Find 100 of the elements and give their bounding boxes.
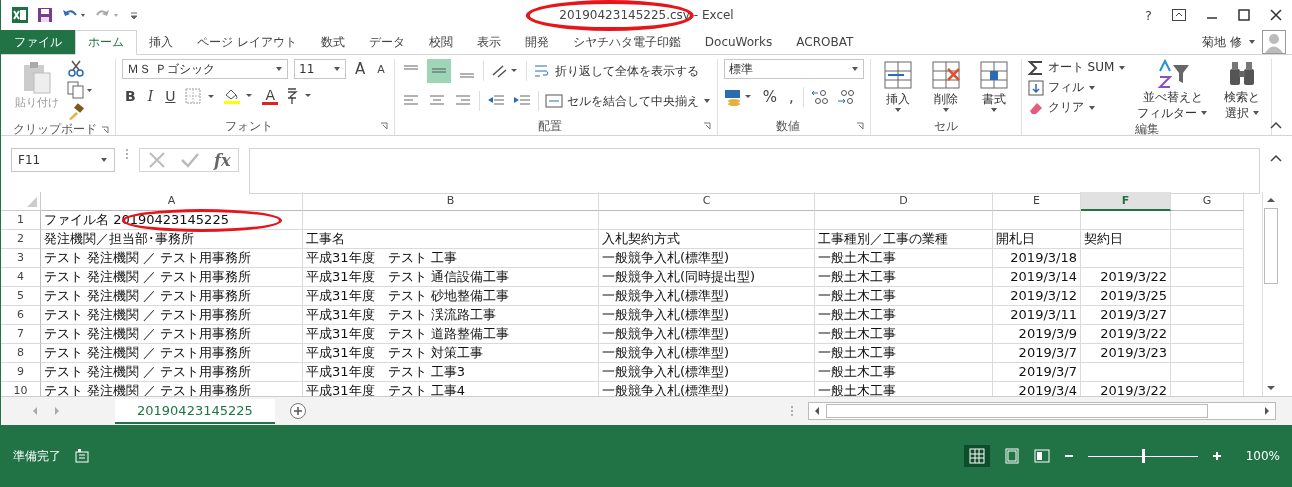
percent-button[interactable]: % <box>759 88 781 106</box>
column-header[interactable]: A <box>41 192 303 211</box>
table-cell: 入札契約方式 <box>599 230 815 249</box>
copy-icon[interactable] <box>67 81 93 99</box>
insert-function-button[interactable]: fx <box>214 150 231 170</box>
clear-button[interactable]: クリア <box>1027 99 1127 116</box>
zoom-in-icon[interactable] <box>1212 451 1222 461</box>
table-cell: 2019/3/9 <box>993 325 1081 344</box>
dialog-launcher-icon[interactable] <box>702 122 711 130</box>
find-select-button[interactable]: 検索と 選択 <box>1219 59 1266 121</box>
sort-filter-button[interactable]: 並べ替えと フィルター <box>1132 59 1214 121</box>
fill-button[interactable]: フィル <box>1027 79 1127 96</box>
fill-down-icon <box>1027 79 1044 96</box>
ribbon-tab[interactable]: 校閲 <box>416 30 465 54</box>
bold-button[interactable]: B <box>122 88 139 104</box>
avatar-icon[interactable] <box>1262 30 1286 54</box>
normal-view-icon[interactable] <box>964 445 990 467</box>
font-size-field[interactable]: 11 <box>294 59 346 79</box>
ribbon-tab[interactable]: 数式 <box>308 30 357 54</box>
table-cell: 一般土木工事 <box>815 344 993 363</box>
row-header[interactable]: 3 <box>1 249 41 268</box>
ribbon-tab[interactable]: ACROBAT <box>784 30 866 54</box>
column-header[interactable]: C <box>599 192 815 211</box>
group-label: 編集 <box>1133 121 1160 138</box>
row-header[interactable]: 2 <box>1 230 41 249</box>
ribbon-tab[interactable]: ファイル <box>1 30 75 54</box>
column-header[interactable]: F <box>1081 192 1171 211</box>
save-icon[interactable] <box>37 7 53 23</box>
cut-icon[interactable] <box>67 59 85 77</box>
close-icon[interactable] <box>1270 9 1282 21</box>
table-cell: 一般競争入札(標準型) <box>599 249 815 268</box>
macro-record-icon[interactable] <box>75 449 89 463</box>
vertical-scrollbar[interactable] <box>1262 192 1279 396</box>
font-color-button[interactable]: A <box>262 87 279 105</box>
shrink-font-button[interactable]: A <box>374 62 388 76</box>
underline-button[interactable]: U <box>162 88 179 104</box>
help-button[interactable]: ? <box>1145 7 1152 23</box>
increase-decimal-icon[interactable] <box>809 88 830 106</box>
name-box[interactable]: F11 <box>11 148 115 172</box>
format-cells-icon <box>977 59 1010 91</box>
autosum-button[interactable]: オート SUM <box>1027 59 1127 76</box>
caret-icon <box>893 107 902 113</box>
comma-button[interactable]: , <box>786 88 797 106</box>
ribbon-display-icon[interactable] <box>1172 9 1186 21</box>
ribbon-tab[interactable]: ページ レイアウト <box>185 30 309 54</box>
italic-button[interactable]: I <box>144 88 157 104</box>
dialog-launcher-icon[interactable] <box>855 122 864 130</box>
cells-button[interactable]: 挿入 <box>876 59 919 113</box>
group-label: フォント <box>223 117 274 135</box>
number-format-field[interactable]: 標準 <box>723 59 864 79</box>
row-header[interactable]: 8 <box>1 344 41 363</box>
wrap-text-button[interactable]: 折り返して全体を表示する <box>532 62 699 80</box>
ribbon-tab[interactable]: 表示 <box>464 30 513 54</box>
horizontal-scrollbar[interactable] <box>808 402 1276 420</box>
maximize-icon[interactable] <box>1238 9 1250 21</box>
table-cell: 一般土木工事 <box>815 363 993 382</box>
format-painter-icon[interactable] <box>67 103 85 121</box>
font-name-field[interactable]: ＭＳ Ｐゴシック <box>122 59 288 79</box>
dialog-launcher-icon[interactable] <box>379 122 388 130</box>
collapse-ribbon-icon[interactable] <box>1270 121 1282 129</box>
table-cell: 2019/3/7 <box>993 344 1081 363</box>
cells-button[interactable]: 書式 <box>972 59 1015 113</box>
table-cell: 2019/3/18 <box>993 249 1081 268</box>
decrease-decimal-icon[interactable] <box>835 88 856 106</box>
ribbon-tab[interactable]: データ <box>356 30 417 54</box>
ribbon-tab[interactable]: 挿入 <box>137 30 185 54</box>
row-header[interactable]: 7 <box>1 325 41 344</box>
row-header[interactable]: 1 <box>1 211 41 230</box>
zoom-level[interactable]: 100% <box>1236 449 1280 463</box>
user-name[interactable]: 菊地 修 <box>1202 30 1242 54</box>
page-layout-icon[interactable] <box>1004 448 1020 464</box>
collapse-formula-icon[interactable] <box>1270 154 1282 162</box>
currency-icon[interactable] <box>723 88 754 106</box>
table-cell: 一般土木工事 <box>815 249 993 268</box>
page-break-icon[interactable] <box>1034 448 1050 464</box>
row-header[interactable]: 5 <box>1 287 41 306</box>
ribbon-tab[interactable]: DocuWorks <box>692 30 785 54</box>
sheet-tab[interactable]: 20190423145225 <box>115 398 275 424</box>
caret-icon <box>333 66 341 72</box>
align-middle-icon[interactable] <box>426 59 451 83</box>
table-cell: 2019/3/11 <box>993 306 1081 325</box>
grow-font-button[interactable]: A <box>352 60 369 78</box>
row-header[interactable]: 6 <box>1 306 41 325</box>
caret-icon <box>1248 39 1256 45</box>
table-cell: テスト 発注機関 ／ テスト用事務所 <box>41 344 303 363</box>
new-sheet-icon[interactable] <box>288 402 307 420</box>
table-cell: 平成31年度 テスト 道路整備工事 <box>303 325 599 344</box>
column-header[interactable]: G <box>1171 192 1244 211</box>
table-cell: 2019/3/12 <box>993 287 1081 306</box>
cells-button[interactable]: 削除 <box>924 59 967 113</box>
row-header[interactable]: 4 <box>1 268 41 287</box>
dialog-launcher-icon[interactable] <box>101 125 109 134</box>
formula-field[interactable] <box>249 148 1260 194</box>
column-header[interactable]: B <box>303 192 599 211</box>
ribbon-tab[interactable]: シヤチハタ電子印鑑 <box>560 30 693 54</box>
column-header[interactable]: D <box>815 192 993 211</box>
merge-center-button[interactable]: セルを結合して中央揃え <box>544 92 711 110</box>
ribbon-tab[interactable]: ホーム <box>75 30 137 55</box>
ribbon-tab[interactable]: 開発 <box>512 30 561 54</box>
row-header[interactable]: 9 <box>1 363 41 382</box>
